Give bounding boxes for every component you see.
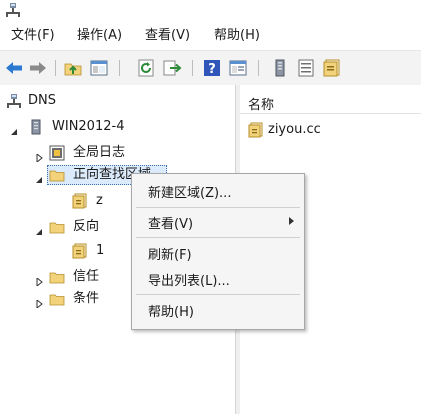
tree-label: DNS [28,93,56,108]
back-arrow-icon[interactable] [4,58,24,78]
menu-view[interactable]: 查看(V) [143,28,192,44]
tree-node-reverse-child[interactable]: 1 [72,241,132,261]
column-header-label: 名称 [248,98,275,113]
zone-icon [248,122,264,138]
tree-label: 反向 [73,219,100,234]
tree-label: 1 [96,243,105,258]
menu-item-export-list[interactable]: 导出列表(L)... [132,267,304,289]
menu-file[interactable]: 文件(F) [9,28,57,44]
expand-arrow-icon[interactable] [35,295,43,310]
collapse-arrow-icon[interactable] [35,171,43,183]
menu-separator [136,294,300,295]
tree-label: 条件 [73,291,100,306]
menu-item-label: 查看(V) [148,217,194,232]
show-hide-tree-icon[interactable] [89,58,109,78]
expand-arrow-icon[interactable] [35,273,43,288]
properties-icon[interactable] [228,58,248,78]
tree-label: 全局日志 [73,145,126,160]
menu-help[interactable]: 帮助(H) [212,28,262,44]
tree-label: 信任 [73,269,100,284]
tree-label: WIN2012-4 [52,119,125,134]
up-folder-icon[interactable] [63,58,83,78]
help-icon[interactable]: ? [202,58,222,78]
server-icon [28,119,44,135]
toolbar-separator [192,60,193,76]
expand-arrow-icon[interactable] [35,149,43,164]
menu-bar: 文件(F) 操作(A) 查看(V) 帮助(H) [0,24,421,48]
menu-item-label: 新建区域(Z)... [148,186,232,201]
tree-node-forward-child[interactable]: z [72,191,132,211]
list-view-icon[interactable] [296,58,316,78]
tree-node-reverse-zones[interactable]: 反向 [35,217,135,237]
folder-icon [49,167,65,183]
folder-icon [49,291,65,307]
menu-item-label: 刷新(F) [148,248,192,263]
menu-item-label: 帮助(H) [148,305,194,320]
menu-item-view[interactable]: 查看(V) [132,210,304,232]
collapse-arrow-icon[interactable] [10,123,18,135]
tree-node-global-logs[interactable]: 全局日志 [35,143,225,164]
submenu-arrow-icon [289,217,294,225]
menu-item-new-zone[interactable]: 新建区域(Z)... [132,179,304,201]
dns-console-icon [5,2,21,18]
context-menu: 新建区域(Z)... 查看(V) 刷新(F) 导出列表(L)... 帮助(H) [131,173,305,330]
column-header-name[interactable]: 名称 [240,91,421,114]
folder-icon [49,219,65,235]
zone-icon [72,193,88,209]
toolbar: ? [0,50,421,86]
zone-icon [72,243,88,259]
toolbar-separator [258,60,259,76]
menu-action[interactable]: 操作(A) [75,28,124,44]
tree-node-server[interactable]: WIN2012-4 [10,117,220,137]
export-list-icon[interactable] [162,58,182,78]
event-log-icon [49,145,65,161]
menu-item-label: 导出列表(L)... [148,274,230,289]
server-icon[interactable] [270,58,290,78]
tree-label: z [96,193,103,208]
collapse-arrow-icon[interactable] [35,223,43,235]
dns-icon [6,93,22,109]
svg-text:?: ? [208,62,216,77]
menu-item-refresh[interactable]: 刷新(F) [132,241,304,263]
toolbar-separator [119,60,120,76]
menu-item-help[interactable]: 帮助(H) [132,298,304,320]
menu-separator [136,207,300,208]
toolbar-separator [55,60,56,76]
tree-node-conditional-forwarders[interactable]: 条件 [35,289,135,310]
tree-node-dns[interactable]: DNS [6,91,206,111]
tree-node-trust-points[interactable]: 信任 [35,267,135,288]
title-bar [0,0,421,24]
list-item-label: ziyou.cc [268,122,321,137]
zone-icon[interactable] [322,58,342,78]
forward-arrow-icon[interactable] [28,58,48,78]
menu-separator [136,237,300,238]
folder-icon [49,269,65,285]
refresh-icon[interactable] [136,58,156,78]
